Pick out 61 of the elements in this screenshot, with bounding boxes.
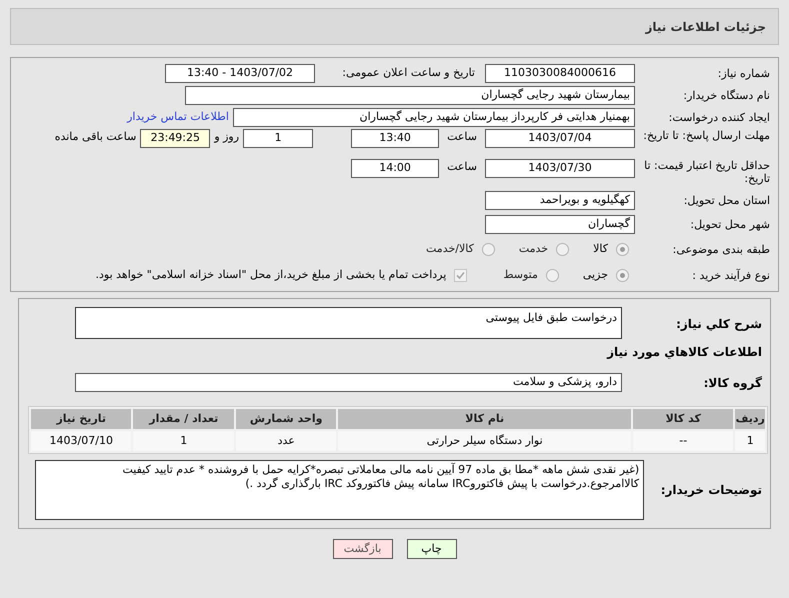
field-label: ساعت bbox=[447, 129, 477, 145]
table-cell: نوار دستگاه سیلر حرارتی bbox=[338, 431, 631, 451]
radio-label: کالا bbox=[593, 240, 608, 257]
validity-date-field: 1403/07/30 bbox=[485, 159, 635, 178]
field-label: شهر محل تحویل: bbox=[689, 218, 770, 230]
field-label: استان محل تحویل: bbox=[682, 194, 770, 206]
print-button[interactable]: چاپ bbox=[406, 539, 456, 559]
field-label: ساعت باقی مانده bbox=[54, 129, 136, 145]
field-label: توضیحات خریدار: bbox=[660, 482, 762, 499]
back-button[interactable]: بازگشت bbox=[332, 539, 392, 559]
table-cell: 1403/07/10 bbox=[31, 431, 132, 451]
field-label: ایجاد کننده درخواست: bbox=[668, 110, 770, 124]
deadline-date-field: 1403/07/04 bbox=[485, 129, 635, 148]
field-label: شرح كلي نياز: bbox=[675, 316, 762, 333]
field-label: تاریخ و ساعت اعلان عمومی: bbox=[341, 64, 475, 81]
field-label: نوع فرآیند خرید : bbox=[691, 268, 770, 282]
table-cell: 1 bbox=[133, 431, 234, 451]
field-label: ساعت bbox=[447, 159, 477, 175]
payment-note: پرداخت تمام یا بخشی از مبلغ خرید،از محل "اسناد خزانه اسلامی" خواهد بود. bbox=[96, 266, 446, 283]
radio-button[interactable] bbox=[616, 242, 629, 256]
radio-button[interactable] bbox=[546, 268, 559, 282]
field-label: روز و bbox=[214, 129, 240, 145]
radio-label: کالا/خدمت bbox=[426, 240, 474, 257]
column-header: ردیف bbox=[735, 409, 765, 429]
page-title: جزئیات اطلاعات نیاز bbox=[645, 18, 766, 36]
radio-button[interactable] bbox=[616, 268, 629, 282]
radio-label: جزیی bbox=[582, 266, 608, 283]
column-header: کد کالا bbox=[632, 409, 734, 429]
buyer-org-field: بیمارستان شهید رجایی گچساران bbox=[185, 86, 635, 104]
radio-label: خدمت bbox=[518, 240, 548, 257]
section-heading: اطلاعات كالاهاي مورد نياز bbox=[606, 344, 762, 361]
field-label: نام دستگاه خریدار: bbox=[682, 88, 770, 102]
need-number-field: 1103030084000616 bbox=[485, 64, 635, 82]
radio-button[interactable] bbox=[482, 242, 495, 256]
buyer-contact-link[interactable]: اطلاعات تماس خریدار bbox=[127, 108, 229, 126]
column-header: تاریخ نیاز bbox=[31, 409, 132, 429]
table-cell: 1 bbox=[735, 431, 765, 451]
table-cell: عدد bbox=[236, 431, 336, 451]
radio-button[interactable] bbox=[556, 242, 570, 256]
deadline-time-field: 13:40 bbox=[351, 129, 440, 148]
days-field: 1 bbox=[243, 129, 314, 148]
description-textarea[interactable]: درخواست طبق فایل پیوستی bbox=[75, 307, 622, 339]
field-label: حداقل تاریخ اعتبار قیمت: تا تاریخ: bbox=[643, 159, 770, 185]
table-cell: -- bbox=[632, 431, 734, 451]
validity-time-field: 14:00 bbox=[351, 159, 440, 178]
goods-group-field: دارو، پزشکی و سلامت bbox=[75, 373, 622, 392]
checkbox[interactable] bbox=[454, 268, 468, 282]
column-header: تعداد / مقدار bbox=[133, 409, 234, 429]
field-label: گروه کالا: bbox=[702, 374, 762, 392]
radio-label: متوسط bbox=[503, 266, 538, 283]
requester-field: بهمنیار هدایتی فر کارپرداز بیمارستان شهید رجایی گچساران bbox=[233, 108, 635, 126]
field-label: طبقه بندی موضوعی: bbox=[672, 242, 770, 256]
remaining-time-field: 23:49:25 bbox=[140, 129, 210, 148]
column-header: واحد شمارش bbox=[236, 409, 336, 429]
announce-date-field: 1403/07/02 - 13:40 bbox=[165, 64, 315, 82]
buyer-notes-textarea[interactable]: (غیر نقدی شش ماهه *مطا بق ماده 97 آیین نامه مالی معاملاتی تبصره*کرایه حمل با فروشنده * عدم تایید کیفیت کالاامرجوع.درخواست با پیش فاکتوروIRC سامانه پیش فاکتوروکد IRC بارگذاری گردد .) bbox=[35, 460, 644, 520]
field-label: مهلت ارسال پاسخ: تا تاریخ: bbox=[642, 129, 770, 142]
column-header: نام کالا bbox=[338, 409, 631, 429]
city-field: گچساران bbox=[485, 214, 635, 234]
province-field: کهگیلویه و بویراحمد bbox=[485, 190, 635, 210]
field-label: شماره نیاز: bbox=[716, 66, 770, 80]
